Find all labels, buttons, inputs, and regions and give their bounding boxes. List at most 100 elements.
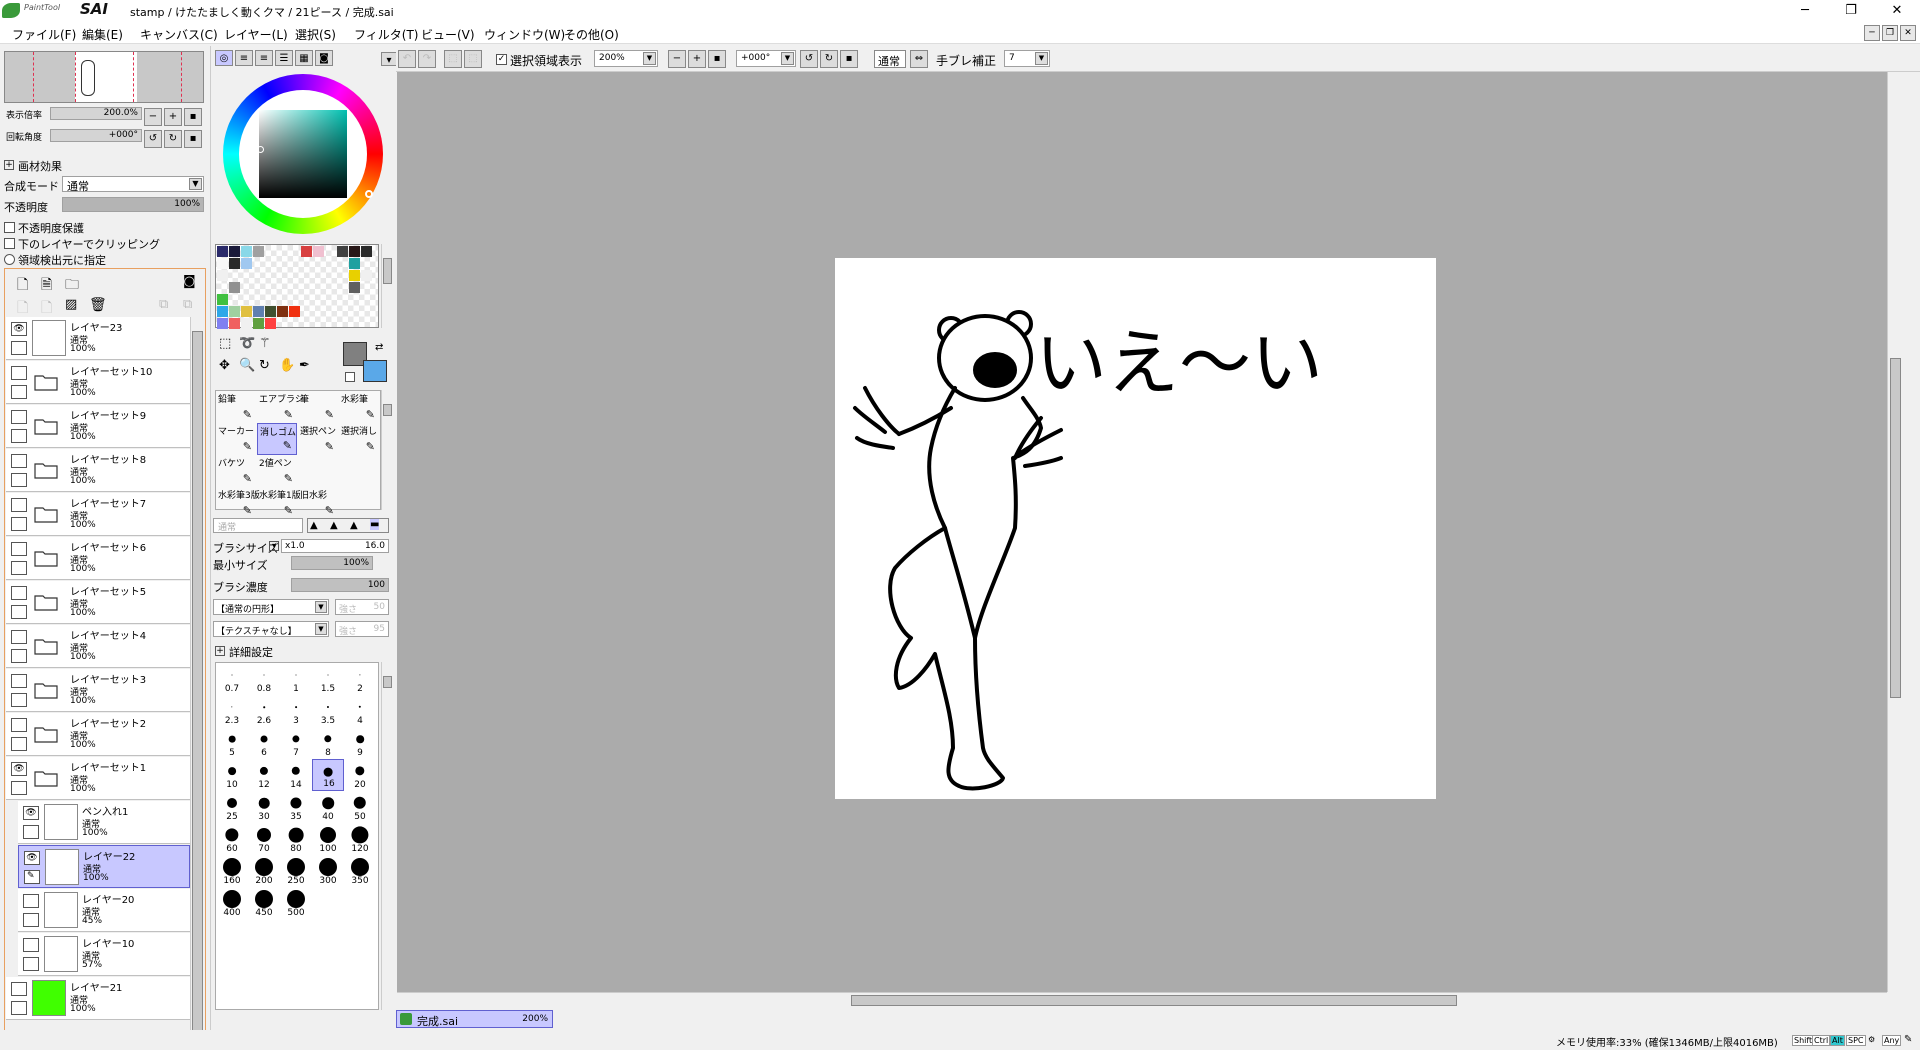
brush-tool[interactable]: 2値ペン ✎ — [257, 455, 297, 487]
menu-select[interactable]: 選択(S) — [295, 26, 336, 43]
color-swatch[interactable] — [217, 294, 228, 305]
eye-icon[interactable] — [11, 366, 27, 380]
brush-tool[interactable]: 鉛筆 ✎ — [216, 391, 256, 423]
rotate-cw-button[interactable]: ↻ — [820, 50, 838, 68]
view-mode-select[interactable]: 通常 — [874, 50, 906, 68]
merge-down-icon[interactable]: ⧉ — [159, 297, 168, 312]
blend-mode-select[interactable]: 通常 ▼ — [62, 176, 204, 193]
eye-icon[interactable] — [23, 938, 39, 952]
color-swatch[interactable] — [361, 246, 372, 257]
color-swatch[interactable] — [253, 306, 264, 317]
flip-icon[interactable]: ⇔ — [910, 50, 928, 68]
swatch-mode-icon[interactable]: ▦ — [295, 50, 313, 66]
layer-row[interactable]: レイヤーセット10 通常 100% — [6, 361, 190, 404]
brush-tool[interactable]: マーカー ✎ — [216, 423, 256, 455]
lock-icon[interactable] — [11, 517, 27, 531]
zoom-in-button[interactable]: + — [164, 108, 182, 126]
new-folder-icon[interactable]: 🗀 — [65, 274, 79, 298]
brush-size-preset[interactable]: 7 — [280, 727, 312, 759]
color-swatch[interactable] — [217, 318, 228, 329]
mdi-minimize-button[interactable]: ─ — [1864, 25, 1880, 41]
brush-size-preset[interactable]: 500 — [280, 887, 312, 919]
lock-icon[interactable] — [11, 737, 27, 751]
lock-icon[interactable] — [11, 561, 27, 575]
menu-window[interactable]: ウィンドウ(W) — [484, 26, 565, 43]
zoom-out-button[interactable]: − — [144, 108, 162, 126]
brush-size-preset[interactable]: 12 — [248, 759, 280, 791]
brush-size-preset[interactable]: 40 — [312, 791, 344, 823]
saturation-value-square[interactable] — [259, 110, 347, 198]
layer-row[interactable]: レイヤーセット7 通常 100% — [6, 493, 190, 536]
brush-tool[interactable]: 水彩筆3版 ✎ — [216, 487, 260, 519]
mdi-close-button[interactable]: ✕ — [1900, 25, 1916, 41]
maximize-button[interactable]: ❐ — [1828, 0, 1874, 22]
brush-size-preset[interactable]: 350 — [344, 855, 376, 887]
toolbar-zoom-in-button[interactable]: + — [688, 50, 706, 68]
layer-row[interactable]: レイヤーセット3 通常 100% — [6, 669, 190, 712]
eye-icon[interactable]: 👁 — [23, 806, 39, 820]
lock-icon[interactable] — [23, 957, 39, 971]
color-swatch[interactable] — [349, 270, 360, 281]
edge-hard-icon[interactable]: ▲ — [310, 520, 318, 531]
brush-size-preset[interactable]: 9 — [344, 727, 376, 759]
panel-menu-icon[interactable]: ▾ — [381, 52, 397, 66]
brush-size-preset[interactable]: 4 — [344, 695, 376, 727]
new-layer-icon[interactable]: 🗋 — [17, 274, 28, 298]
brush-size-preset[interactable]: 1.5 — [312, 663, 344, 695]
color-swatch[interactable] — [217, 246, 228, 257]
color-swatch[interactable] — [217, 306, 228, 317]
brush-tool[interactable]: 選択ペン ✎ — [298, 423, 338, 455]
brush-size-preset[interactable]: 20 — [344, 759, 376, 791]
brush-size-preset[interactable]: 450 — [248, 887, 280, 919]
min-size-slider[interactable]: 100% — [291, 556, 373, 570]
rotate-reset-button[interactable]: ▪ — [184, 130, 202, 148]
eye-icon[interactable] — [11, 674, 27, 688]
eye-icon[interactable] — [11, 718, 27, 732]
selection-source-radio[interactable] — [4, 254, 15, 265]
lock-icon[interactable] — [11, 473, 27, 487]
brush-size-preset[interactable]: 70 — [248, 823, 280, 855]
show-selection-checkbox[interactable]: ✓ — [496, 54, 507, 65]
layer-row[interactable]: レイヤーセット9 通常 100% — [6, 405, 190, 448]
shape-strength-field[interactable]: 強さ 50 — [335, 599, 389, 615]
color-swatch[interactable] — [349, 258, 360, 269]
brush-size-preset[interactable]: 16 — [312, 759, 344, 791]
brush-size-preset[interactable]: 6 — [248, 727, 280, 759]
clip-below-checkbox[interactable] — [4, 238, 15, 249]
color-swatch[interactable] — [241, 318, 252, 329]
color-picker-cursor[interactable] — [257, 146, 264, 153]
document-tab[interactable]: 完成.sai 200% — [396, 1010, 553, 1028]
rect-select-icon[interactable]: ⬚ — [219, 336, 231, 351]
brush-tool[interactable] — [339, 455, 379, 487]
brush-size-preset[interactable]: 160 — [216, 855, 248, 887]
layer-row[interactable]: レイヤーセット8 通常 100% — [6, 449, 190, 492]
brush-mode-select[interactable]: 通常 — [213, 518, 303, 533]
brush-tool[interactable]: 旧水彩 ✎ — [298, 487, 338, 519]
lock-icon[interactable] — [11, 429, 27, 443]
mdi-restore-button[interactable]: ❐ — [1882, 25, 1898, 41]
hand-icon[interactable]: ✋ — [279, 358, 295, 373]
close-button[interactable]: ✕ — [1874, 0, 1920, 22]
rotate-left-button[interactable]: ↺ — [144, 130, 162, 148]
menu-canvas[interactable]: キャンバス(C) — [140, 26, 218, 43]
hue-picker-cursor[interactable] — [365, 190, 373, 198]
color-swatch[interactable] — [229, 282, 240, 293]
lock-icon[interactable] — [23, 913, 39, 927]
color-swatch[interactable] — [277, 306, 288, 317]
brush-size-preset[interactable]: 2.3 — [216, 695, 248, 727]
layer-row[interactable]: 👁 ペン入れ1 通常 100% — [18, 801, 190, 844]
eye-icon[interactable] — [11, 586, 27, 600]
scratchpad-icon[interactable]: ◙ — [315, 50, 333, 66]
eyedropper-icon[interactable]: ✒ — [299, 358, 310, 373]
brush-size-preset[interactable]: 35 — [280, 791, 312, 823]
brush-shape-select[interactable]: 【通常の円形】 ▼ — [213, 599, 329, 615]
brush-tool[interactable]: 選択消し ✎ — [339, 423, 379, 455]
move-icon[interactable]: ✥ — [219, 358, 230, 373]
brush-tool[interactable] — [339, 487, 379, 519]
texture-strength-field[interactable]: 強さ 95 — [335, 621, 389, 637]
brush-tool[interactable]: 筆 ✎ — [298, 391, 338, 423]
layer-row[interactable]: 👁 レイヤーセット1 通常 100% — [6, 757, 190, 800]
tool-scrollbar[interactable] — [381, 390, 393, 510]
texture-select[interactable]: 【テクスチャなし】 ▼ — [213, 621, 329, 637]
brush-size-slider[interactable]: x1.0 16.0 — [281, 539, 389, 553]
